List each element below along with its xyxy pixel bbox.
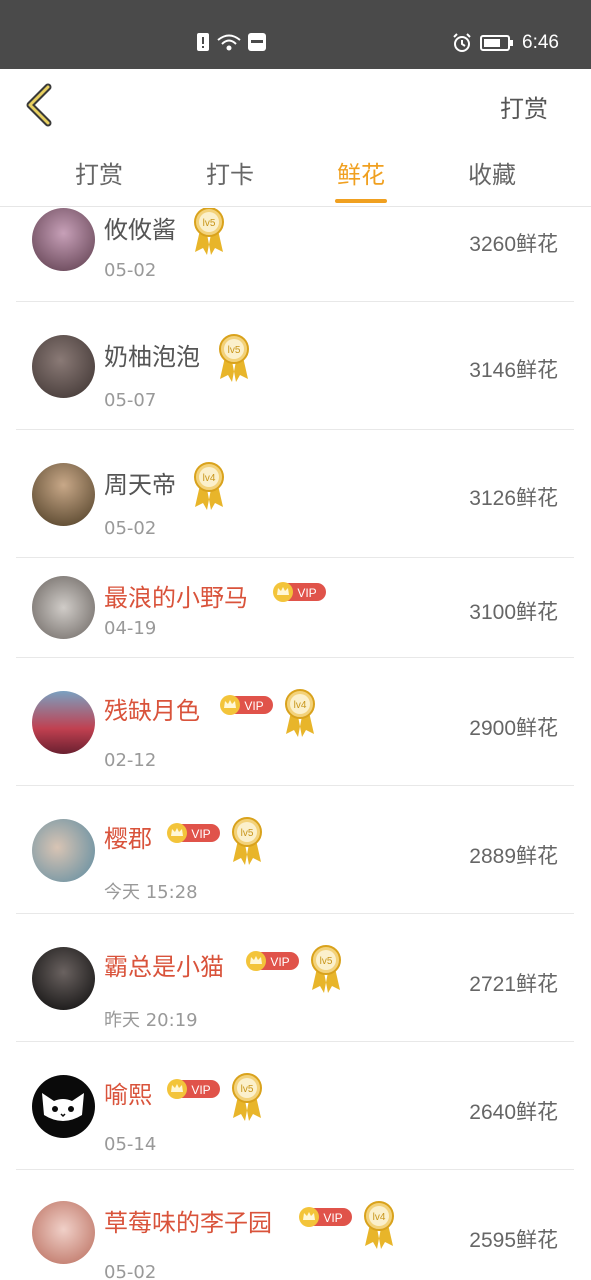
flower-amount: 2640鲜花 (469, 1101, 558, 1124)
user-name: 攸攸酱 (104, 216, 176, 244)
tab-bar: 打赏 打卡 鲜花 收藏 (0, 141, 591, 207)
level-label: lv5 (320, 956, 333, 967)
list-item[interactable]: 喻熙 VIP lv5 05-14 2640鲜花 (16, 1042, 574, 1170)
flower-amount: 2595鲜花 (469, 1229, 558, 1252)
vip-badge-icon: VIP (167, 1079, 220, 1099)
level-label: lv5 (241, 828, 254, 839)
avatar (32, 208, 95, 271)
level-medal-icon: lv5 (219, 334, 249, 382)
list-item[interactable]: 樱郡 VIP lv5 今天 15:28 2889鲜花 (16, 786, 574, 914)
level-medal-icon: lv5 (232, 1073, 262, 1121)
alarm-icon (453, 33, 471, 52)
clock-time: 6:46 (522, 32, 559, 53)
user-name: 奶柚泡泡 (104, 343, 200, 371)
list-item[interactable]: 奶柚泡泡 lv5 05-07 3146鲜花 (16, 302, 574, 430)
date-label: 04-19 (104, 618, 157, 639)
date-label: 05-02 (104, 260, 157, 281)
app-bar: 打赏 (0, 69, 591, 141)
avatar (32, 463, 95, 526)
cat-face-icon (42, 1093, 84, 1121)
flower-amount: 3100鲜花 (469, 601, 558, 624)
list-item[interactable]: 攸攸酱 lv5 05-02 3260鲜花 (16, 208, 574, 302)
date-label: 05-07 (104, 390, 157, 411)
avatar (32, 819, 95, 882)
vip-label: VIP (323, 1211, 342, 1225)
avatar (32, 1201, 95, 1264)
list-item[interactable]: 周天帝 lv4 05-02 3126鲜花 (16, 430, 574, 558)
hms-icon (248, 33, 266, 51)
flower-amount: 3146鲜花 (469, 359, 558, 382)
battery-icon (480, 35, 514, 51)
vip-badge-icon: VIP (167, 823, 220, 843)
date-label: 05-02 (104, 1262, 157, 1280)
chevron-left-icon (26, 83, 52, 127)
user-name: 草莓味的李子园 (104, 1209, 272, 1237)
list-item[interactable]: 草莓味的李子园 VIP lv4 05-02 2595鲜花 (16, 1170, 574, 1280)
level-label: lv4 (373, 1212, 386, 1223)
sim-alert-icon (197, 33, 209, 51)
flower-amount: 2889鲜花 (469, 845, 558, 868)
date-label: 昨天 20:19 (104, 1010, 198, 1031)
avatar (32, 1075, 95, 1138)
level-label: lv4 (203, 473, 216, 484)
flower-amount: 2900鲜花 (469, 717, 558, 740)
tab-checkin[interactable]: 打卡 (204, 155, 256, 190)
vip-badge-icon: VIP (299, 1207, 352, 1227)
avatar (32, 576, 95, 639)
avatar (32, 691, 95, 754)
status-icons (196, 32, 266, 52)
user-name: 最浪的小野马 (104, 584, 248, 612)
wifi-icon (217, 34, 241, 51)
level-medal-icon: lv5 (311, 945, 341, 993)
flower-amount: 2721鲜花 (469, 973, 558, 996)
level-medal-icon: lv4 (194, 462, 224, 510)
list-item[interactable]: 霸总是小猫 VIP lv5 昨天 20:19 2721鲜花 (16, 914, 574, 1042)
user-name: 樱郡 (104, 825, 152, 853)
back-button[interactable] (22, 83, 56, 127)
user-name: 霸总是小猫 (104, 953, 224, 981)
avatar (32, 335, 95, 398)
level-medal-icon: lv5 (232, 817, 262, 865)
vip-label: VIP (297, 586, 316, 600)
level-medal-icon: lv5 (194, 208, 224, 255)
tab-favorites[interactable]: 收藏 (466, 155, 518, 190)
tab-tip[interactable]: 打赏 (73, 155, 125, 190)
user-name: 周天帝 (104, 471, 176, 499)
date-label: 05-14 (104, 1134, 157, 1155)
status-bar: 6:46 (0, 0, 591, 69)
date-label: 今天 15:28 (104, 882, 198, 903)
user-name: 喻熙 (104, 1081, 152, 1109)
active-tab-indicator (335, 199, 387, 203)
vip-label: VIP (270, 955, 289, 969)
level-medal-icon: lv4 (364, 1201, 394, 1249)
tab-flowers[interactable]: 鲜花 (335, 155, 387, 190)
vip-badge-icon: VIP (273, 582, 326, 602)
level-label: lv5 (228, 345, 241, 356)
level-label: lv4 (294, 700, 307, 711)
date-label: 05-02 (104, 518, 157, 539)
flower-ranking-list: 攸攸酱 lv5 05-02 3260鲜花 奶柚泡泡 lv5 05-07 3146… (0, 208, 591, 1280)
flower-amount: 3126鲜花 (469, 487, 558, 510)
date-label: 02-12 (104, 750, 157, 771)
level-label: lv5 (241, 1084, 254, 1095)
tip-action-button[interactable]: 打赏 (500, 89, 548, 124)
avatar (32, 947, 95, 1010)
level-medal-icon: lv4 (285, 689, 315, 737)
vip-label: VIP (191, 827, 210, 841)
user-name: 残缺月色 (104, 697, 200, 725)
list-item[interactable]: 最浪的小野马 VIP 04-19 3100鲜花 (16, 558, 574, 658)
vip-badge-icon: VIP (246, 951, 299, 971)
list-item[interactable]: 残缺月色 VIP lv4 02-12 2900鲜花 (16, 658, 574, 786)
vip-label: VIP (244, 699, 263, 713)
vip-badge-icon: VIP (220, 695, 273, 715)
vip-label: VIP (191, 1083, 210, 1097)
flower-amount: 3260鲜花 (469, 233, 558, 256)
level-label: lv5 (203, 218, 216, 229)
